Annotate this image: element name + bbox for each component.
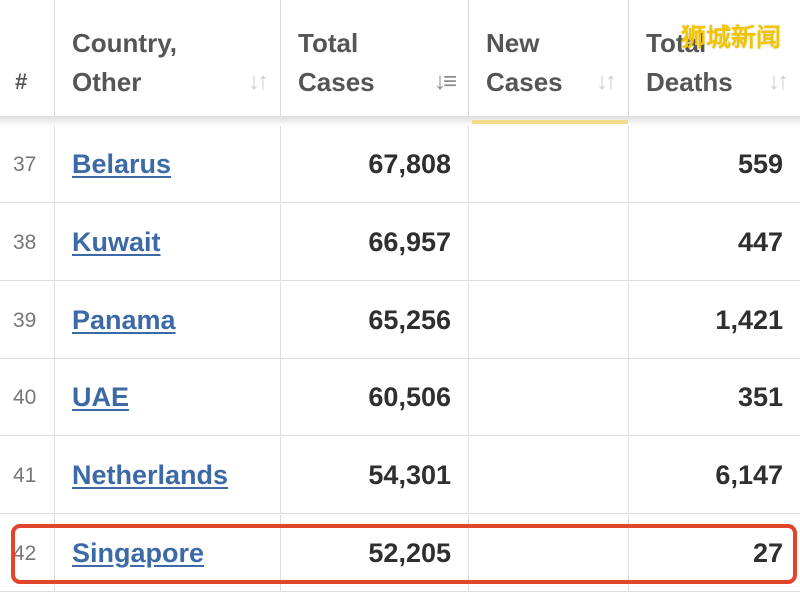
column-header-country-label: Country, Other [72,28,177,97]
table-row: 40 UAE 60,506 351 [0,359,800,436]
column-header-total-cases[interactable]: Total Cases ↓≡ [281,0,469,122]
country-cell: Kuwait [55,204,281,281]
sort-icon[interactable]: ↓↑ [768,68,789,96]
singapore-highlight-box [11,524,797,584]
total-cases-cell: 67,808 [281,126,469,203]
new-cases-cell [469,437,629,514]
sort-descending-icon[interactable]: ↓≡ [434,68,457,96]
country-cell: Netherlands [55,437,281,514]
rank-cell: 39 [0,282,55,359]
sort-icon[interactable]: ↓↑ [248,68,269,96]
column-header-rank: # [0,0,55,122]
column-header-new-cases-label: New Cases [486,28,563,97]
total-deaths-cell: 1,421 [715,305,783,335]
total-deaths-cell: 447 [737,227,783,257]
table-row: 39 Panama 65,256 1,421 [0,282,800,359]
country-link[interactable]: Netherlands [72,460,228,491]
country-link[interactable]: Panama [72,305,176,336]
total-cases-cell: 54,301 [281,437,469,514]
new-cases-column-accent [472,120,628,124]
country-link[interactable]: UAE [72,382,129,413]
column-header-new-cases[interactable]: New Cases ↓↑ [469,0,629,122]
total-deaths-cell: 559 [737,149,783,179]
table-row: 38 Kuwait 66,957 447 [0,204,800,281]
total-cases-cell: 60,506 [281,359,469,436]
rank-cell: 41 [0,437,55,514]
new-cases-cell [469,282,629,359]
table-row: 37 Belarus 67,808 559 [0,126,800,203]
total-deaths-cell: 351 [737,382,783,412]
new-cases-cell [469,204,629,281]
new-cases-cell [469,359,629,436]
covid-stats-table: # Country, Other ↓↑ Total Cases ↓≡ New C… [0,0,800,596]
column-header-country[interactable]: Country, Other ↓↑ [55,0,281,122]
table-header: # Country, Other ↓↑ Total Cases ↓≡ New C… [0,0,800,122]
total-cases-cell: 65,256 [281,282,469,359]
new-cases-cell [469,126,629,203]
rank-cell: 37 [0,126,55,203]
column-header-rank-label: # [15,69,28,94]
country-link[interactable]: Belarus [72,149,171,180]
column-header-total-cases-label: Total Cases [298,28,375,97]
country-cell: UAE [55,359,281,436]
rank-cell: 40 [0,359,55,436]
total-cases-cell: 66,957 [281,204,469,281]
country-cell: Panama [55,282,281,359]
table-row: 41 Netherlands 54,301 6,147 [0,437,800,514]
sort-icon[interactable]: ↓↑ [596,68,617,96]
country-link[interactable]: Kuwait [72,227,161,258]
rank-cell: 38 [0,204,55,281]
header-divider [0,116,800,126]
watermark-logo: 狮城新闻 [681,23,782,52]
country-cell: Belarus [55,126,281,203]
total-deaths-cell: 6,147 [715,460,783,490]
